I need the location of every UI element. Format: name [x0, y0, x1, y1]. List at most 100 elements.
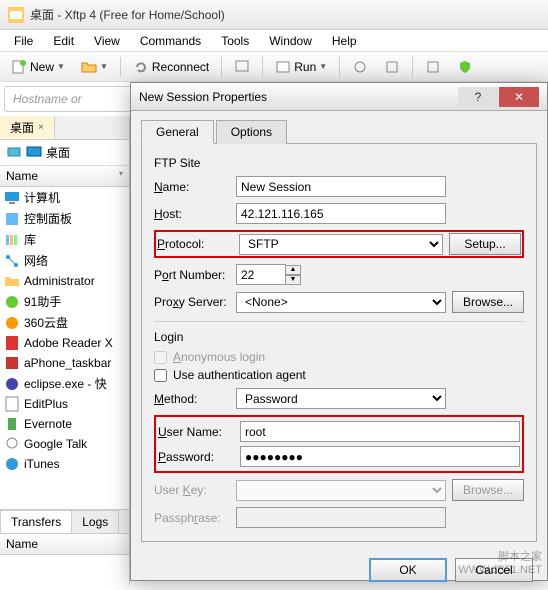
path-row[interactable]: 桌面 — [0, 140, 129, 166]
menu-tools[interactable]: Tools — [211, 32, 259, 50]
tool-icon — [384, 59, 400, 75]
password-label: Password: — [158, 450, 240, 464]
method-select[interactable]: Password — [236, 388, 446, 409]
dialog-titlebar: New Session Properties ? ✕ — [131, 83, 547, 111]
toolbar-btn4[interactable] — [418, 55, 448, 79]
address-placeholder: Hostname or — [13, 92, 82, 106]
menu-help[interactable]: Help — [322, 32, 367, 50]
column-header-name[interactable]: Name — [0, 534, 129, 555]
toolbar-btn2[interactable] — [345, 55, 375, 79]
protocol-label: Protocol: — [157, 237, 239, 251]
toolbar-btn1[interactable] — [227, 55, 257, 79]
spin-up[interactable]: ▲ — [285, 265, 301, 275]
column-header-name[interactable]: Name ▾ — [0, 166, 129, 187]
ok-button[interactable]: OK — [369, 558, 447, 582]
host-input[interactable] — [236, 203, 446, 224]
passphrase-label: Passphrase: — [154, 511, 236, 525]
close-icon[interactable]: × — [38, 122, 44, 133]
passphrase-input — [236, 507, 446, 528]
spin-down[interactable]: ▼ — [285, 275, 301, 285]
password-input[interactable] — [240, 446, 520, 467]
toolbar-btn5[interactable] — [450, 55, 480, 79]
chevron-down-icon: ▼ — [100, 62, 108, 71]
tab-options[interactable]: Options — [216, 120, 287, 144]
folder-icon — [81, 59, 97, 75]
list-item[interactable]: EditPlus — [0, 394, 129, 414]
userkey-select — [236, 480, 446, 501]
username-input[interactable] — [240, 421, 520, 442]
menu-edit[interactable]: Edit — [43, 32, 84, 50]
protocol-select[interactable]: SFTP — [239, 234, 443, 255]
tab-transfers[interactable]: Transfers — [0, 510, 72, 533]
panel-tab[interactable]: 桌面 × — [0, 116, 55, 139]
list-item[interactable]: 控制面板 — [0, 208, 129, 229]
new-icon — [11, 59, 27, 75]
list-item[interactable]: Adobe Reader X — [0, 333, 129, 353]
list-item[interactable]: 库 — [0, 229, 129, 250]
name-label: Name: — [154, 180, 236, 194]
tab-logs[interactable]: Logs — [71, 510, 119, 533]
monitor-icon — [26, 145, 42, 161]
control-panel-icon — [4, 211, 20, 227]
menu-file[interactable]: File — [4, 32, 43, 50]
auth-agent-checkbox[interactable] — [154, 369, 167, 382]
auth-agent-label: Use authentication agent — [173, 368, 306, 382]
left-panel: 桌面 × 桌面 Name ▾ 计算机 控制面板 库 网络 Administrat… — [0, 116, 130, 585]
titlebar: 桌面 - Xftp 4 (Free for Home/School) — [0, 0, 548, 30]
toolbar-open[interactable]: ▼ — [74, 55, 115, 79]
list-item[interactable]: 360云盘 — [0, 312, 129, 333]
name-input[interactable] — [236, 176, 446, 197]
list-item[interactable]: 91助手 — [0, 291, 129, 312]
port-input[interactable] — [236, 264, 286, 285]
gtalk-icon — [4, 436, 20, 452]
new-session-dialog: New Session Properties ? ✕ General Optio… — [130, 82, 548, 581]
list-item[interactable]: 网络 — [0, 250, 129, 271]
network-icon — [4, 253, 20, 269]
separator — [120, 57, 121, 77]
menu-window[interactable]: Window — [259, 32, 322, 50]
list-item[interactable]: eclipse.exe - 快 — [0, 373, 129, 394]
pdf-icon — [4, 335, 20, 351]
port-spinner[interactable]: ▲▼ — [285, 265, 301, 285]
eclipse-icon — [4, 376, 20, 392]
list-item[interactable]: 计算机 — [0, 187, 129, 208]
toolbar-btn3[interactable] — [377, 55, 407, 79]
folder-icon — [4, 273, 20, 289]
chevron-down-icon: ▼ — [319, 62, 327, 71]
chevron-down-icon: ▾ — [119, 169, 123, 183]
list-item[interactable]: Google Talk — [0, 434, 129, 454]
window-title: 桌面 - Xftp 4 (Free for Home/School) — [30, 6, 225, 23]
tab-general[interactable]: General — [141, 120, 214, 144]
menu-commands[interactable]: Commands — [130, 32, 211, 50]
library-icon — [4, 232, 20, 248]
help-button[interactable]: ? — [458, 87, 498, 107]
toolbar: New ▼ ▼ Reconnect Run ▼ — [0, 52, 548, 82]
app-icon — [4, 355, 20, 371]
menu-view[interactable]: View — [84, 32, 130, 50]
toolbar-run[interactable]: Run ▼ — [268, 55, 334, 79]
anonymous-label: Anonymous login — [173, 350, 265, 364]
proxy-select[interactable]: <None> — [236, 292, 446, 313]
list-item[interactable]: aPhone_taskbar — [0, 353, 129, 373]
tool-icon — [425, 59, 441, 75]
reconnect-icon — [133, 59, 149, 75]
setup-button[interactable]: Setup... — [449, 233, 521, 255]
close-button[interactable]: ✕ — [499, 87, 539, 107]
window-icon — [234, 59, 250, 75]
toolbar-new[interactable]: New ▼ — [4, 55, 72, 79]
separator — [412, 57, 413, 77]
ftp-site-legend: FTP Site — [154, 156, 524, 170]
browse-proxy-button[interactable]: Browse... — [452, 291, 524, 313]
dialog-title: New Session Properties — [139, 90, 457, 104]
list-item[interactable]: iTunes — [0, 454, 129, 474]
method-label: Method: — [154, 392, 236, 406]
list-item[interactable]: Administrator — [0, 271, 129, 291]
file-list: 计算机 控制面板 库 网络 Administrator 91助手 360云盘 A… — [0, 187, 129, 509]
username-label: User Name: — [158, 425, 240, 439]
app-icon — [4, 294, 20, 310]
list-item[interactable]: Evernote — [0, 414, 129, 434]
separator — [221, 57, 222, 77]
chevron-down-icon: ▼ — [57, 62, 65, 71]
toolbar-reconnect[interactable]: Reconnect — [126, 55, 216, 79]
menubar: File Edit View Commands Tools Window Hel… — [0, 30, 548, 52]
